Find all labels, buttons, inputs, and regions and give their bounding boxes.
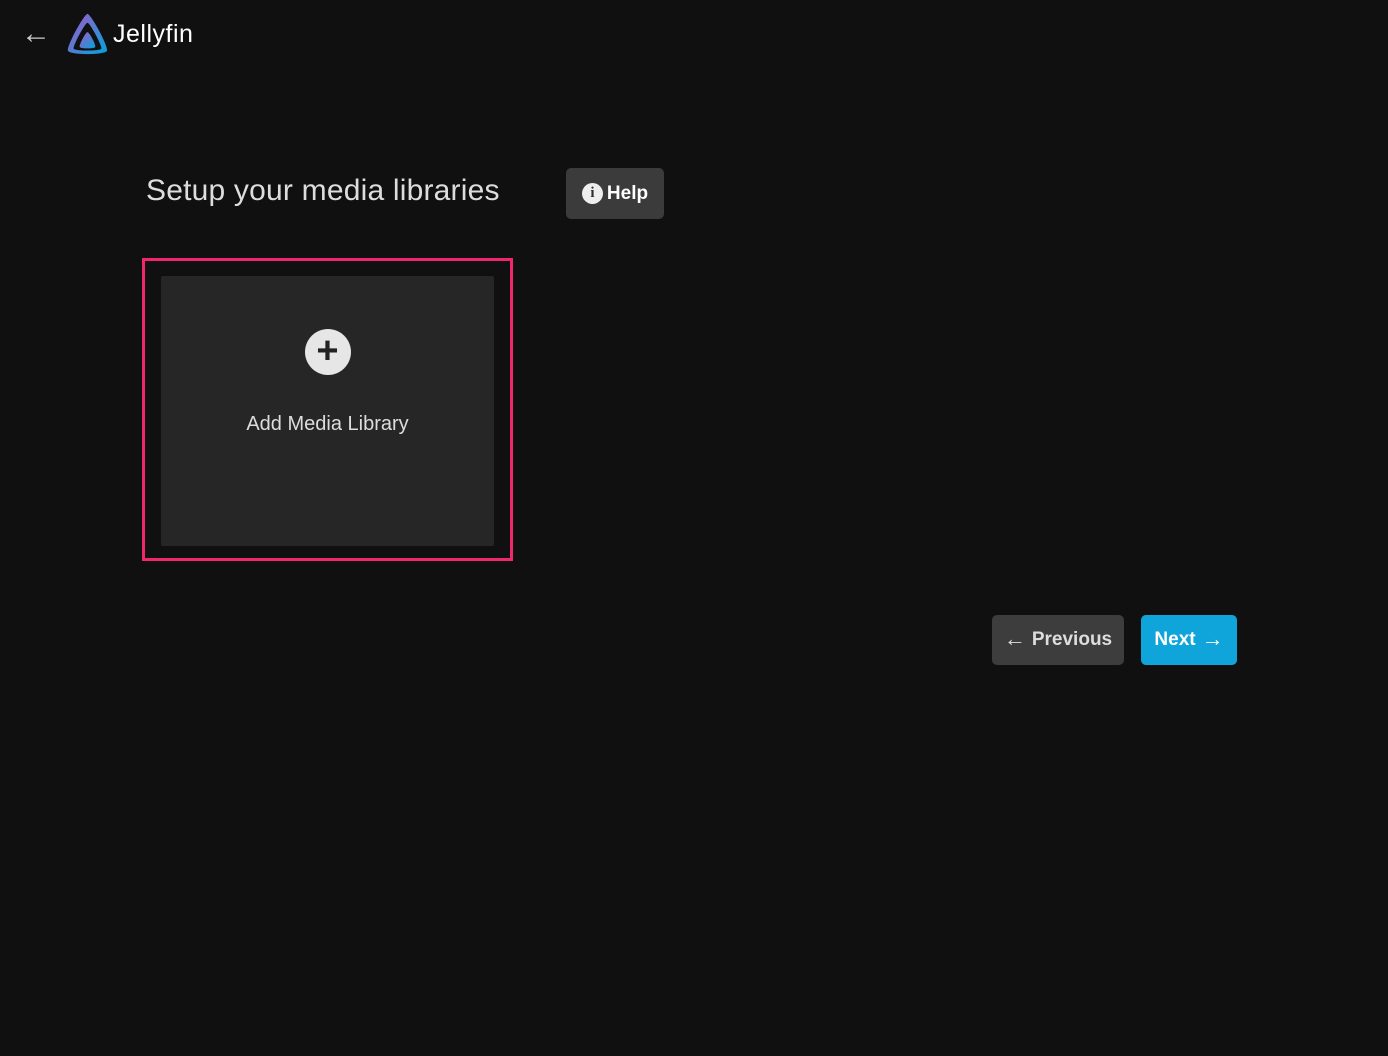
back-button[interactable]: ←	[14, 14, 58, 54]
jellyfin-logo-icon	[64, 11, 111, 58]
jellyfin-setup-wizard: ← Jellyfin Setup your media libraries i …	[0, 0, 1388, 1056]
help-button-label: Help	[607, 183, 648, 205]
previous-button-label: Previous	[1032, 629, 1112, 651]
arrow-right-icon: →	[1202, 628, 1224, 650]
plus-circle-icon: +	[305, 329, 351, 375]
page-title: Setup your media libraries	[146, 174, 500, 208]
help-button[interactable]: i Help	[566, 168, 664, 219]
library-card-label: Add Media Library	[246, 413, 408, 436]
back-arrow-icon: ←	[21, 19, 51, 49]
info-icon: i	[582, 183, 603, 204]
previous-button[interactable]: ← Previous	[992, 615, 1124, 665]
arrow-left-icon: ←	[1004, 628, 1026, 650]
app-title: Jellyfin	[113, 20, 193, 49]
next-button-label: Next	[1154, 629, 1195, 651]
add-media-library-card[interactable]: + Add Media Library	[161, 276, 494, 546]
next-button[interactable]: Next →	[1141, 615, 1237, 665]
library-card-focus-ring: + Add Media Library	[142, 258, 513, 561]
